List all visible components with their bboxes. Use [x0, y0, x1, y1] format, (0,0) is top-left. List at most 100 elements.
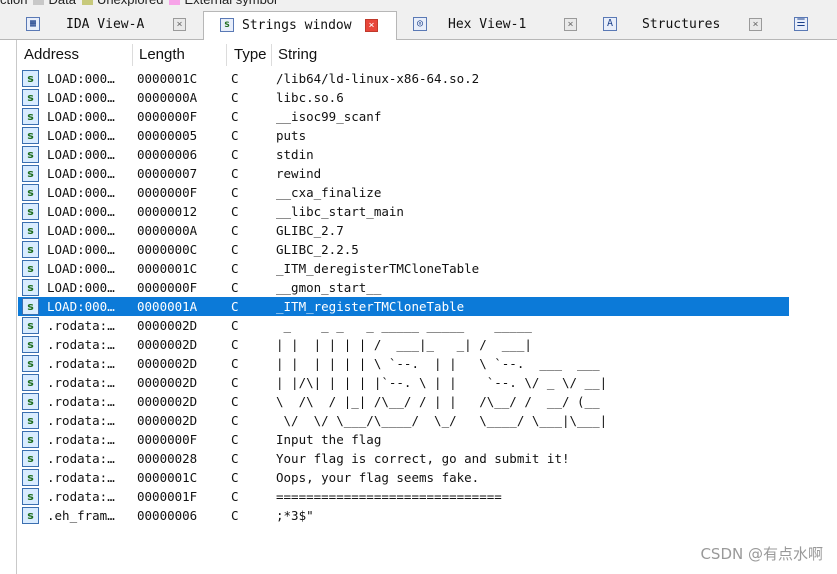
table-row[interactable]: s .rodata:… 0000000F C Input the flag: [18, 430, 789, 449]
string-icon: s: [22, 70, 39, 87]
table-row[interactable]: s LOAD:000… 00000007 Crewind: [18, 164, 789, 183]
cell-length: 00000012: [137, 204, 198, 219]
string-icon: s: [22, 222, 39, 239]
table-row[interactable]: s LOAD:000… 0000000F C __cxa_finalize: [18, 183, 789, 202]
tab-structures[interactable]: A Structures ×: [589, 12, 779, 38]
cell-type: C: [231, 375, 239, 390]
cell-address: .rodata:…: [47, 318, 115, 333]
cell-string: __cxa_finalize: [276, 185, 382, 200]
table-row[interactable]: s LOAD:000… 0000001A C _ITM_registerTMCloneT…: [18, 297, 789, 316]
cell-string: _ITM_registerTMCloneTable: [276, 299, 465, 314]
string-icon: s: [22, 507, 39, 524]
cell-string: Oops, your flag seems fake.: [276, 470, 480, 485]
close-icon[interactable]: ×: [173, 18, 186, 31]
cell-length: 0000000A: [137, 223, 198, 238]
cell-type: C: [231, 432, 239, 447]
string-icon: s: [22, 241, 39, 258]
string-icon: s: [22, 279, 39, 296]
string-icon: s: [22, 298, 39, 315]
cell-length: 0000000A: [137, 90, 198, 105]
table-row[interactable]: s .rodata:… 0000002D C \/ \/ \___/\____/ \_…: [18, 411, 789, 430]
column-header-string[interactable]: String: [278, 46, 317, 63]
string-icon: s: [22, 165, 39, 182]
cell-length: 0000000F: [137, 432, 198, 447]
cell-string: __gmon_start__: [276, 280, 382, 295]
column-divider[interactable]: [226, 44, 227, 66]
cell-type: C: [231, 413, 239, 428]
cell-length: 0000001A: [137, 299, 198, 314]
enums-icon: ☰: [794, 17, 808, 31]
table-row[interactable]: s LOAD:000… 0000001C C/lib64/ld-linux-x86-6…: [18, 69, 789, 88]
column-divider[interactable]: [132, 44, 133, 66]
cell-string: \ /\ / |_| /\__/ / | | /\__/ / __/ (__: [276, 394, 600, 409]
cell-type: C: [231, 280, 239, 295]
table-row[interactable]: s .rodata:… 00000028 C Your flag is correct,…: [18, 449, 789, 468]
hex-view-icon: ◎: [413, 17, 427, 31]
table-row[interactable]: s LOAD:000… 0000000F C __isoc99_scanf: [18, 107, 789, 126]
cell-address: LOAD:000…: [47, 204, 115, 219]
cell-length: 00000005: [137, 128, 198, 143]
table-row[interactable]: s .eh_fram… 00000006 C ;*3$": [18, 506, 789, 525]
tab-ida-view-a[interactable]: ▦ IDA View-A ×: [12, 12, 202, 38]
string-icon: s: [22, 184, 39, 201]
cell-string: __libc_start_main: [276, 204, 404, 219]
close-icon[interactable]: ×: [365, 19, 378, 32]
string-icon: s: [22, 412, 39, 429]
tab-strings-window[interactable]: s Strings window ×: [203, 11, 397, 40]
table-row[interactable]: s LOAD:000… 0000000A C GLIBC_2.7: [18, 221, 789, 240]
cell-string: GLIBC_2.2.5: [276, 242, 359, 257]
cell-string: rewind: [276, 166, 322, 181]
table-row[interactable]: s LOAD:000… 00000012 C __libc_start_main: [18, 202, 789, 221]
cell-type: C: [231, 489, 239, 504]
table-row[interactable]: s .rodata:… 0000001F C =====================…: [18, 487, 789, 506]
cell-length: 0000000F: [137, 280, 198, 295]
legend-swatch: [33, 0, 45, 5]
column-header-address[interactable]: Address: [24, 46, 79, 63]
table-header: Address Length Type String: [18, 40, 837, 68]
table-row[interactable]: s LOAD:000… 00000005 Cputs: [18, 126, 789, 145]
cell-address: .rodata:…: [47, 451, 115, 466]
column-header-type[interactable]: Type: [234, 46, 267, 63]
cell-type: C: [231, 223, 239, 238]
cell-address: LOAD:000…: [47, 261, 115, 276]
cell-type: C: [231, 318, 239, 333]
table-row[interactable]: s LOAD:000… 00000006 Cstdin: [18, 145, 789, 164]
legend-swatch: [81, 0, 93, 5]
cell-string: ;*3$": [276, 508, 314, 523]
table-row[interactable]: s .rodata:… 0000002D C | | | | | | / ___|_ _…: [18, 335, 789, 354]
cell-type: C: [231, 337, 239, 352]
string-icon: s: [22, 393, 39, 410]
cell-address: .rodata:…: [47, 413, 115, 428]
tab-hex-view-1[interactable]: ◎ Hex View-1 ×: [398, 12, 588, 38]
cell-string: puts: [276, 128, 307, 143]
column-header-length[interactable]: Length: [139, 46, 185, 63]
structures-icon: A: [603, 17, 617, 31]
cell-address: .rodata:…: [47, 489, 115, 504]
ida-view-icon: ▦: [26, 17, 40, 31]
table-row[interactable]: s .rodata:… 0000002D C \ /\ / |_| /\__/ / | …: [18, 392, 789, 411]
cell-address: LOAD:000…: [47, 166, 115, 181]
cell-string: _ _ _ _ _____ _____ _____: [276, 318, 532, 333]
table-row[interactable]: s .rodata:… 0000001C C Oops, your flag seems…: [18, 468, 789, 487]
tab-partial[interactable]: ☰: [780, 12, 837, 38]
string-icon: s: [22, 146, 39, 163]
cell-address: LOAD:000…: [47, 299, 115, 314]
table-row[interactable]: s LOAD:000… 0000000C C GLIBC_2.2.5: [18, 240, 789, 259]
cell-type: C: [231, 90, 239, 105]
close-icon[interactable]: ×: [749, 18, 762, 31]
tab-label: Structures: [642, 17, 721, 32]
column-divider[interactable]: [271, 44, 272, 66]
cell-type: C: [231, 71, 239, 86]
cell-type: C: [231, 128, 239, 143]
table-row[interactable]: s LOAD:000… 0000000F C __gmon_start__: [18, 278, 789, 297]
cell-type: C: [231, 147, 239, 162]
table-row[interactable]: s .rodata:… 0000002D C | |/\| | | | |`--. \ …: [18, 373, 789, 392]
table-row[interactable]: s LOAD:000… 0000000A Clibc.so.6: [18, 88, 789, 107]
cell-address: .rodata:…: [47, 432, 115, 447]
tab-label: Hex View-1: [448, 17, 527, 32]
close-icon[interactable]: ×: [564, 18, 577, 31]
cell-length: 0000001C: [137, 470, 198, 485]
table-row[interactable]: s LOAD:000… 0000001C C _ITM_deregisterTMClon…: [18, 259, 789, 278]
table-row[interactable]: s .rodata:… 0000002D C _ _ _ _ _____ _____ …: [18, 316, 789, 335]
table-row[interactable]: s .rodata:… 0000002D C | | | | | | \ `--. | …: [18, 354, 789, 373]
